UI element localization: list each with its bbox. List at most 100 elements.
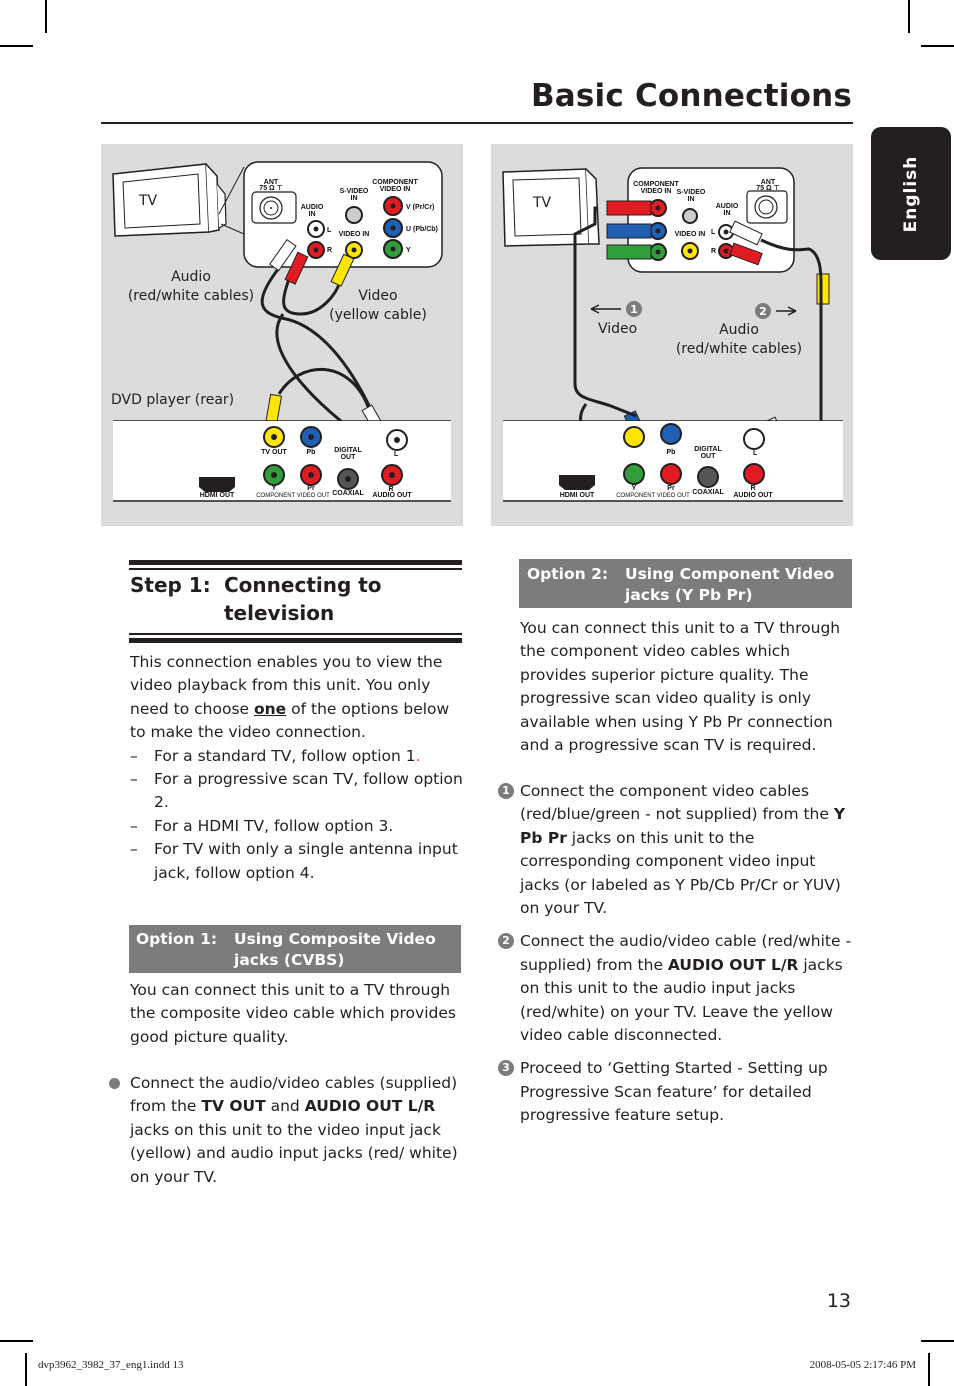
step1-intro: This connection enables you to view the … (130, 651, 466, 885)
callout-number: 2 (759, 305, 767, 318)
jack-label: Pb (307, 449, 316, 456)
language-tab-label: English (901, 155, 921, 232)
diagram-composite-connection: ANT 75 Ω ⊤ AUDIO IN L R S-VIDEO IN VIDEO… (101, 144, 463, 526)
crop-mark (0, 1340, 33, 1342)
jack-label: DIGITAL (694, 446, 722, 453)
step-text: Proceed to ‘Getting Started - Setting up… (520, 1059, 828, 1125)
jack-label: Pr (307, 485, 315, 492)
step-text: Connect the component video cables (red/… (520, 782, 834, 824)
crop-mark (0, 45, 33, 47)
crop-mark (928, 1353, 930, 1386)
callout-2-icon: 2 (755, 303, 771, 319)
dvd-caption: DVD player (rear) (111, 392, 235, 408)
audio-out-l-jack-icon (743, 428, 765, 450)
jack-label: IN (309, 211, 316, 218)
step-text: jacks on this unit to the corresponding … (520, 828, 841, 918)
numbered-step: 1 Connect the component video cables (re… (498, 780, 856, 920)
audio-caption-line: (red/white cables) (675, 341, 803, 357)
list-item: For a progressive scan TV, follow option… (130, 768, 466, 815)
option-label: Option 2: (527, 565, 609, 583)
list-item-text: For TV with only a single antenna input … (154, 840, 458, 882)
tv-label: TV (139, 193, 158, 209)
jack-label: R (711, 248, 716, 255)
jack-label: Y (272, 485, 277, 492)
jack-label: Y (406, 247, 411, 254)
video-caption-line: Video (358, 288, 398, 304)
page-number: 13 (826, 1290, 851, 1312)
heading-rule (129, 568, 462, 570)
option1-header: Option 1: Using Composite Video jacks (C… (129, 925, 461, 973)
tv-icon (112, 163, 245, 237)
jack-label: VIDEO IN (339, 231, 370, 238)
step-emphasis: AUDIO OUT L/R (667, 955, 799, 974)
callout-1-icon: 1 (626, 301, 642, 317)
instruction-emphasis: TV OUT (201, 1097, 266, 1116)
jack-label: VIDEO IN (380, 186, 411, 193)
jack-label: L (753, 450, 758, 457)
jack-label: 75 Ω ⊤ (259, 184, 282, 192)
video-caption-line: (yellow cable) (329, 307, 427, 323)
coaxial-jack-icon (697, 466, 719, 488)
tv-options-list: For a standard TV, follow option 1. For … (130, 745, 466, 885)
jack-label: COAXIAL (332, 490, 364, 497)
jack-label: HDMI OUT (560, 492, 595, 499)
heading-rule (129, 633, 462, 635)
jack-label: AUDIO (716, 203, 739, 210)
arrow-left-icon (590, 304, 621, 314)
step-number-icon: 3 (498, 1060, 514, 1077)
jack-label: DIGITAL (334, 447, 362, 454)
crop-mark (45, 0, 47, 33)
option-title-line2: jacks (Y Pb Pr) (625, 586, 753, 604)
y-jack-icon (623, 463, 645, 485)
svideo-jack-icon (682, 208, 698, 224)
instruction-emphasis: AUDIO OUT L/R (304, 1097, 436, 1116)
tv-out-jack-icon (623, 426, 645, 448)
jack-label: Pr (667, 485, 675, 492)
step-number-icon: 1 (498, 783, 514, 799)
jack-label: AUDIO (301, 204, 324, 211)
option1-instruction: Connect the audio/video cables (supplied… (130, 1072, 466, 1189)
jack-label: COMPONENT VIDEO OUT (256, 493, 330, 499)
crop-mark (921, 45, 954, 47)
audio-caption-line: Audio (719, 322, 759, 338)
option-label: Option 1: (136, 930, 218, 948)
heading-rule (129, 638, 462, 643)
jack-label: HDMI OUT (200, 492, 235, 499)
crop-mark (25, 1353, 27, 1386)
instruction-text: jacks on this unit to the video input ja… (130, 1120, 458, 1186)
option1-description: You can connect this unit to a TV throug… (130, 981, 456, 1046)
jack-label: TV OUT (261, 449, 287, 456)
svideo-jack-icon (345, 206, 363, 224)
step-label: Step 1: (130, 573, 211, 597)
audio-caption: Audio (red/white cables) (121, 268, 261, 306)
option-title-line1: Using Composite Video (234, 930, 436, 948)
audio-caption: Audio (red/white cables) (671, 321, 807, 359)
pr-jack-icon (660, 463, 682, 485)
jack-label: U (Pb/Cb) (406, 226, 438, 233)
jack-label: Pb (667, 449, 676, 456)
step-number-icon: 2 (498, 933, 514, 950)
jack-label: L (711, 229, 716, 236)
list-item-text: For a HDMI TV, follow option 3. (154, 816, 394, 835)
jack-label: 75 Ω ⊤ (756, 184, 779, 192)
jack-label: AUDIO OUT (733, 492, 773, 499)
jack-label: VIDEO IN (675, 231, 706, 238)
step-title-line1: Connecting to (224, 573, 382, 597)
instruction-text: and (265, 1097, 305, 1116)
option2-description: You can connect this unit to a TV throug… (520, 619, 841, 755)
list-item: For a HDMI TV, follow option 3. (130, 815, 466, 839)
audio-out-r-jack-icon (743, 463, 765, 485)
list-item: For a standard TV, follow option 1. (130, 745, 466, 769)
audio-caption-line: Audio (171, 269, 211, 285)
jack-label: COMPONENT VIDEO OUT (616, 493, 690, 499)
diagram-component-connection: COMPONENT VIDEO IN S-VIDEO IN VIDEO IN A… (491, 144, 853, 526)
option-title-line2: jacks (CVBS) (234, 951, 345, 969)
list-item: For TV with only a single antenna input … (130, 838, 466, 885)
hdmi-port-icon (559, 475, 595, 490)
page-title: Basic Connections (530, 78, 852, 114)
crop-mark (908, 0, 910, 33)
title-divider (101, 122, 853, 124)
heading-rule (129, 560, 462, 565)
hdmi-port-icon (199, 477, 235, 492)
jack-label: R (327, 247, 332, 254)
